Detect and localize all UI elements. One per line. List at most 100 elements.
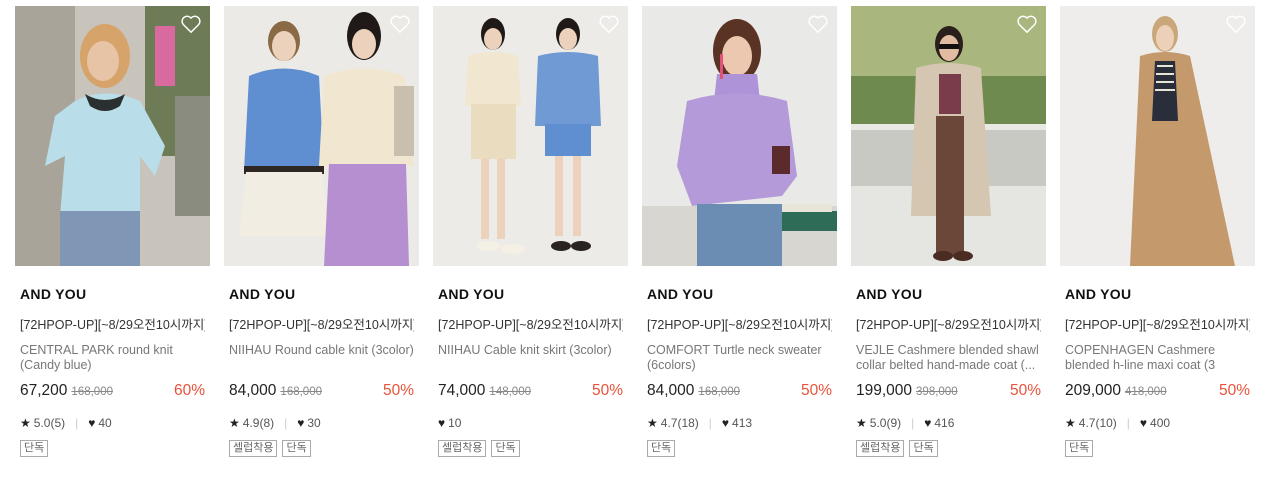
like-count: 30 [307,416,321,430]
heart-filled-icon: ♥ [438,416,446,430]
product-image[interactable] [224,6,419,266]
product-photo [433,6,628,266]
tag-badge: 단독 [20,440,49,457]
tag-badge: 셀럽착용 [229,440,278,457]
product-card[interactable]: AND YOU [72HPOP-UP][~8/29오전10시까지] COMFOR… [642,6,837,457]
rating-value: 5.0(5) [33,416,66,430]
star-icon: ★ [647,416,658,430]
product-image[interactable] [1060,6,1255,266]
promo-text: [72HPOP-UP][~8/29오전10시까지] [856,318,1041,332]
heart-outline-icon[interactable] [180,14,202,34]
divider: | [911,416,915,430]
product-photo [642,6,837,266]
like-count: 40 [98,416,112,430]
star-icon: ★ [229,416,240,430]
product-name[interactable]: COPENHAGEN Cashmere blended h-line maxi … [1065,343,1250,373]
brand-name[interactable]: AND YOU [647,286,832,302]
heart-filled-icon: ♥ [924,416,932,430]
price-row: 199,000 398,000 50% [856,382,1041,402]
product-card[interactable]: AND YOU [72HPOP-UP][~8/29오전10시까지] CENTRA… [15,6,210,457]
tag-badge: 셀럽착용 [856,440,905,457]
price-row: 84,000 168,000 50% [647,382,832,402]
product-card[interactable]: AND YOU [72HPOP-UP][~8/29오전10시까지] COPENH… [1060,6,1255,457]
brand-name[interactable]: AND YOU [438,286,623,302]
tag-list: 셀럽착용 단독 [856,440,1041,457]
tag-badge: 단독 [647,440,676,457]
product-photo [851,6,1046,266]
product-photo [1060,6,1255,266]
divider: | [1126,416,1130,430]
tag-badge: 단독 [282,440,311,457]
promo-text: [72HPOP-UP][~8/29오전10시까지] [1065,318,1250,332]
rating-value: 4.7(10) [1078,416,1117,430]
divider: | [708,416,712,430]
heart-filled-icon: ♥ [1139,416,1148,430]
like-count: 413 [732,416,753,430]
sale-price: 84,000 [229,382,277,399]
product-grid: AND YOU [72HPOP-UP][~8/29오전10시까지] CENTRA… [0,0,1263,482]
tag-list: 셀럽착용 단독 [438,440,623,457]
star-icon: ★ [1065,416,1076,430]
like-count: 400 [1150,416,1171,430]
product-image[interactable] [433,6,628,266]
sale-price: 199,000 [856,382,913,399]
like-count: 10 [448,416,462,430]
brand-name[interactable]: AND YOU [1065,286,1250,302]
review-meta: ★ 4.7(10) | ♥ 400 [1065,415,1250,431]
heart-outline-icon[interactable] [1225,14,1247,34]
heart-filled-icon: ♥ [88,416,96,430]
heart-outline-icon[interactable] [598,14,620,34]
original-price: 168,000 [71,386,113,398]
rating-value: 4.7(18) [660,416,699,430]
tag-list: 단독 [1065,440,1250,457]
divider: | [284,416,288,430]
brand-name[interactable]: AND YOU [229,286,414,302]
product-photo [15,6,210,266]
original-price: 398,000 [916,386,958,398]
promo-text: [72HPOP-UP][~8/29오전10시까지] [647,318,832,332]
brand-name[interactable]: AND YOU [856,286,1041,302]
promo-text: [72HPOP-UP][~8/29오전10시까지] [20,318,205,332]
price-row: 67,200 168,000 60% [20,382,205,402]
rating-value: 4.9(8) [242,416,275,430]
product-name[interactable]: CENTRAL PARK round knit (Candy blue) [20,343,205,373]
review-meta: ★ 4.7(18) | ♥ 413 [647,415,832,431]
promo-text: [72HPOP-UP][~8/29오전10시까지] [229,318,414,332]
product-name[interactable]: COMFORT Turtle neck sweater (6colors) [647,343,832,373]
tag-list: 단독 [647,440,832,457]
original-price: 148,000 [489,386,531,398]
heart-filled-icon: ♥ [721,416,730,430]
product-name[interactable]: NIIHAU Cable knit skirt (3color) [438,343,623,373]
product-card[interactable]: AND YOU [72HPOP-UP][~8/29오전10시까지] NIIHAU… [224,6,419,457]
discount-rate: 60% [173,382,205,399]
product-name[interactable]: NIIHAU Round cable knit (3color) [229,343,414,373]
product-image[interactable] [642,6,837,266]
sale-price: 84,000 [647,382,695,399]
discount-rate: 50% [591,382,623,399]
product-card[interactable]: AND YOU [72HPOP-UP][~8/29오전10시까지] NIIHAU… [433,6,628,457]
tag-list: 셀럽착용 단독 [229,440,414,457]
rating-value: 5.0(9) [869,416,902,430]
review-meta: ★ 4.9(8) | ♥ 30 [229,415,414,431]
brand-name[interactable]: AND YOU [20,286,205,302]
heart-outline-icon[interactable] [1016,14,1038,34]
original-price: 418,000 [1125,386,1167,398]
discount-rate: 50% [1009,382,1041,399]
product-name[interactable]: VEJLE Cashmere blended shawl collar belt… [856,343,1041,373]
discount-rate: 50% [1218,382,1250,399]
star-icon: ★ [856,416,867,430]
heart-outline-icon[interactable] [389,14,411,34]
divider: | [75,416,79,430]
price-row: 74,000 148,000 50% [438,382,623,402]
heart-outline-icon[interactable] [807,14,829,34]
tag-badge: 단독 [909,440,938,457]
original-price: 168,000 [280,386,322,398]
discount-rate: 50% [800,382,832,399]
product-image[interactable] [15,6,210,266]
review-meta: ♥ 10 [438,415,623,431]
review-meta: ★ 5.0(9) | ♥ 416 [856,415,1041,431]
price-row: 84,000 168,000 50% [229,382,414,402]
sale-price: 74,000 [438,382,486,399]
product-card[interactable]: AND YOU [72HPOP-UP][~8/29오전10시까지] VEJLE … [851,6,1046,457]
product-image[interactable] [851,6,1046,266]
